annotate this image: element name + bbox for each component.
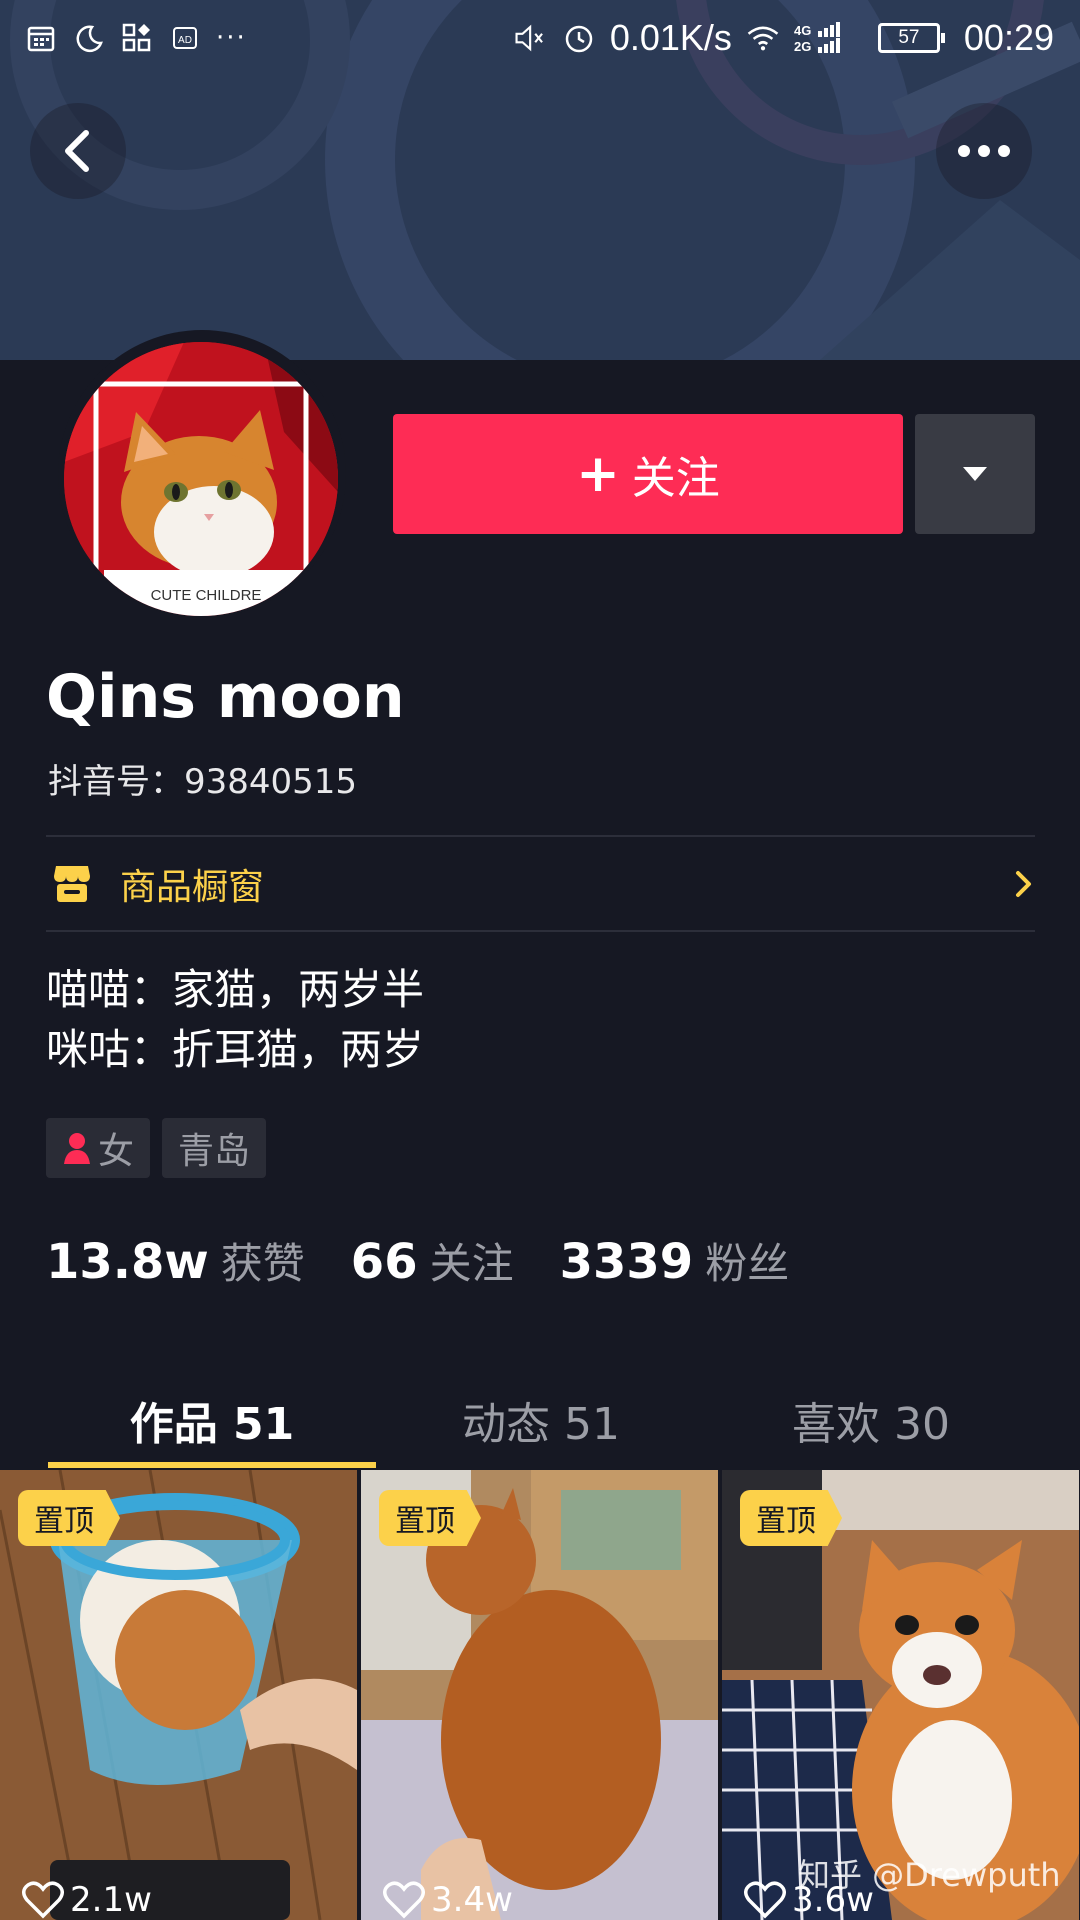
bio-line: 咪咕：折耳猫，两岁 [46, 1025, 425, 1074]
followers-count: 3339 [559, 1234, 694, 1290]
triangle-down-icon [963, 467, 987, 481]
tab-activity[interactable]: 动态 51 [376, 1370, 706, 1470]
gender-tag: 女 [46, 1118, 151, 1178]
battery-icon: 57 [877, 23, 945, 53]
back-button[interactable] [30, 103, 126, 199]
svg-text:2G: 2G [794, 39, 811, 54]
bio: 喵喵：家猫，两岁半 咪咕：折耳猫，两岁 [46, 960, 424, 1080]
moon-icon [72, 21, 106, 55]
heart-icon [744, 1881, 786, 1919]
likes-count: 13.8w [46, 1234, 209, 1290]
following-label: 关注 [429, 1239, 514, 1288]
tab-works[interactable]: 作品 51 [48, 1370, 376, 1470]
followers-label: 粉丝 [705, 1239, 790, 1288]
profile-banner: AD ··· 0.01K/s 4G 2G 57 00:29 [0, 0, 1080, 360]
likes-stat: 13.8w 获赞 [46, 1230, 305, 1291]
ad-icon: AD [168, 21, 202, 55]
network-speed: 0.01K/s [609, 17, 732, 58]
location-tag: 青岛 [162, 1118, 267, 1178]
signal-icon: 4G 2G [794, 21, 864, 55]
pinned-badge: 置顶 [379, 1490, 481, 1546]
mute-icon [514, 21, 548, 55]
storefront-icon [54, 866, 90, 902]
profile-stats: 13.8w 获赞 66 关注 3339 粉丝 [46, 1230, 835, 1291]
follow-dropdown-button[interactable] [915, 414, 1035, 534]
pinned-badge: 置顶 [18, 1490, 120, 1546]
divider [46, 835, 1035, 837]
video-likes: 2.1w [22, 1880, 152, 1920]
video-likes-count: 3.4w [431, 1880, 513, 1920]
more-horizontal-icon [958, 145, 1010, 157]
content-tabs: 作品 51 动态 51 喜欢 30 [0, 1370, 1080, 1470]
gender-label: 女 [98, 1131, 135, 1172]
video-likes-count: 2.1w [70, 1880, 152, 1920]
watermark: 知乎 @Drewputh [798, 1856, 1061, 1894]
chevron-right-icon [1016, 871, 1031, 897]
follow-button[interactable]: + 关注 [393, 414, 903, 534]
following-count: 66 [350, 1234, 418, 1290]
plus-icon: + [576, 444, 620, 504]
more-dots-icon: ··· [216, 23, 247, 53]
heart-icon [383, 1881, 425, 1919]
divider [46, 930, 1035, 932]
location-label: 青岛 [178, 1131, 251, 1172]
tab-likes[interactable]: 喜欢 30 [706, 1370, 1036, 1470]
more-options-button[interactable] [936, 103, 1032, 199]
bio-line: 喵喵：家猫，两岁半 [46, 965, 425, 1014]
product-showcase-row[interactable]: 商品橱窗 [46, 838, 1035, 930]
following-stat[interactable]: 66 关注 [351, 1230, 514, 1291]
svg-text:AD: AD [178, 35, 192, 46]
profile-tags: 女 青岛 [46, 1118, 267, 1178]
alarm-icon [562, 21, 596, 55]
douyin-id: 抖音号：93840515 [48, 762, 358, 802]
clock: 00:29 [963, 17, 1054, 58]
tab-indicator [48, 1462, 376, 1468]
apps-icon [120, 21, 154, 55]
product-showcase-label: 商品橱窗 [120, 867, 265, 908]
calendar-icon [24, 21, 58, 55]
username: Qins moon [46, 662, 405, 732]
avatar[interactable]: CUTE CHILDRE [64, 342, 338, 616]
status-bar: AD ··· 0.01K/s 4G 2G 57 00:29 [0, 0, 1080, 76]
pinned-badge: 置顶 [740, 1490, 842, 1546]
svg-text:4G: 4G [794, 23, 811, 38]
female-user-icon [64, 1133, 90, 1164]
chevron-left-icon [65, 130, 89, 172]
heart-icon [22, 1881, 64, 1919]
follow-button-label: 关注 [631, 453, 720, 504]
avatar-cat-image: CUTE CHILDRE [64, 342, 338, 616]
video-likes: 3.4w [383, 1880, 513, 1920]
video-thumbnail[interactable]: 置顶 3.4w [361, 1470, 718, 1920]
video-thumbnail[interactable]: 置顶 2.1w [0, 1470, 357, 1920]
avatar-caption: CUTE CHILDRE [151, 587, 262, 604]
followers-stat[interactable]: 3339 粉丝 [560, 1230, 790, 1291]
likes-label: 获赞 [220, 1239, 305, 1288]
wifi-icon [746, 21, 780, 55]
